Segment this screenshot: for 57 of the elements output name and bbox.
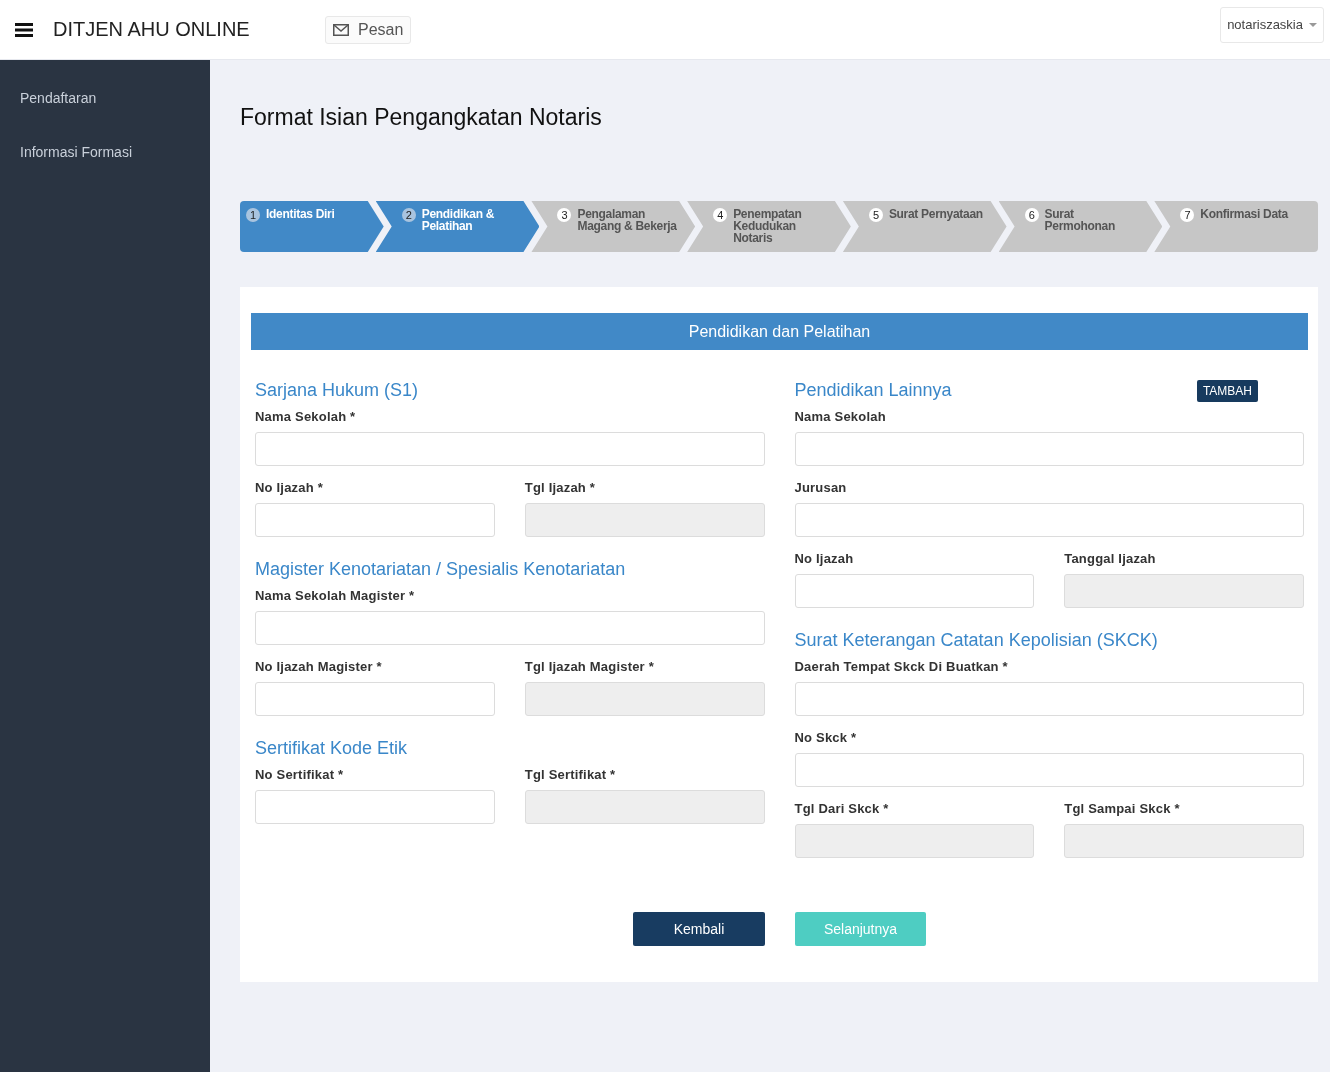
input-field[interactable]: [794, 503, 1304, 537]
section-heading: Magister Kenotariatan / Spesialis Kenotariatan: [255, 559, 626, 580]
input-field[interactable]: [255, 432, 765, 466]
wizard-step[interactable]: 1 Identitas Diri: [240, 201, 384, 252]
wizard-step[interactable]: 3 Pengalaman Magang & Bekerja: [531, 201, 696, 252]
field-label: No Ijazah: [794, 551, 855, 566]
add-button[interactable]: TAMBAH: [1196, 379, 1258, 402]
envelope-icon: [333, 23, 349, 36]
input-field[interactable]: [255, 611, 765, 645]
menu-icon[interactable]: [15, 22, 33, 37]
input-field[interactable]: [255, 682, 495, 716]
step-number: 7: [1180, 208, 1195, 222]
field-label: No Skck *: [794, 730, 858, 745]
field-label: Daerah Tempat Skck Di Buatkan *: [794, 659, 1009, 674]
page-title: Format Isian Pengangkatan Notaris: [240, 104, 603, 131]
field-label: Jurusan: [794, 480, 848, 495]
section-heading: Pendidikan Lainnya: [794, 380, 952, 401]
panel-header: Pendidikan dan Pelatihan: [251, 313, 1308, 350]
input-field[interactable]: [794, 432, 1304, 466]
section-heading: Sarjana Hukum (S1): [255, 380, 419, 401]
field-label: Nama Sekolah *: [255, 409, 357, 424]
wizard-step[interactable]: 4 Penempatan Kedudukan Notaris: [687, 201, 851, 252]
step-number: 5: [868, 208, 883, 222]
input-field[interactable]: [255, 503, 495, 537]
field-label: No Sertifikat *: [255, 767, 345, 782]
user-dropdown[interactable]: notariszaskia: [1220, 6, 1324, 43]
field-label: No Ijazah Magister *: [255, 659, 383, 674]
field-label: Tgl Ijazah *: [524, 480, 597, 495]
wizard-step[interactable]: 2 Pendidikan & Pelatihan: [375, 201, 540, 252]
field-label: Nama Sekolah Magister *: [255, 588, 416, 603]
sidebar-item[interactable]: Pendaftaran: [0, 90, 210, 106]
app-title: DITJEN AHU ONLINE: [53, 18, 251, 41]
section-heading: Surat Keterangan Catatan Kepolisian (SKCK): [794, 630, 1158, 651]
step-number: 1: [246, 208, 260, 222]
wizard-step[interactable]: 5 Surat Pernyataan: [842, 201, 1007, 252]
input-field[interactable]: [255, 790, 495, 824]
wizard-step[interactable]: 6 Surat Permohonan: [998, 201, 1163, 252]
step-number: 4: [713, 208, 728, 222]
message-button[interactable]: Pesan: [325, 15, 412, 44]
caret-icon: [1309, 22, 1317, 27]
field-label: Tgl Dari Skck *: [794, 801, 890, 816]
step-number: 3: [557, 208, 572, 222]
input-field[interactable]: [794, 574, 1035, 608]
wizard-step[interactable]: 7 Konfirmasi Data: [1154, 201, 1319, 252]
back-button[interactable]: Kembali: [633, 912, 765, 946]
input-field[interactable]: [794, 753, 1304, 787]
field-label: Tgl Ijazah Magister *: [524, 659, 655, 674]
field-label: Tgl Sertifikat *: [524, 767, 617, 782]
field-label: Tgl Sampai Skck *: [1064, 801, 1181, 816]
field-label: Nama Sekolah: [794, 409, 887, 424]
sidebar-item[interactable]: Informasi Formasi: [0, 144, 210, 160]
input-field[interactable]: [794, 682, 1304, 716]
step-number: 6: [1024, 208, 1039, 222]
section-heading: Sertifikat Kode Etik: [255, 738, 408, 759]
field-label: No Ijazah *: [255, 480, 324, 495]
step-number: 2: [401, 208, 416, 222]
field-label: Tanggal Ijazah: [1064, 551, 1157, 566]
